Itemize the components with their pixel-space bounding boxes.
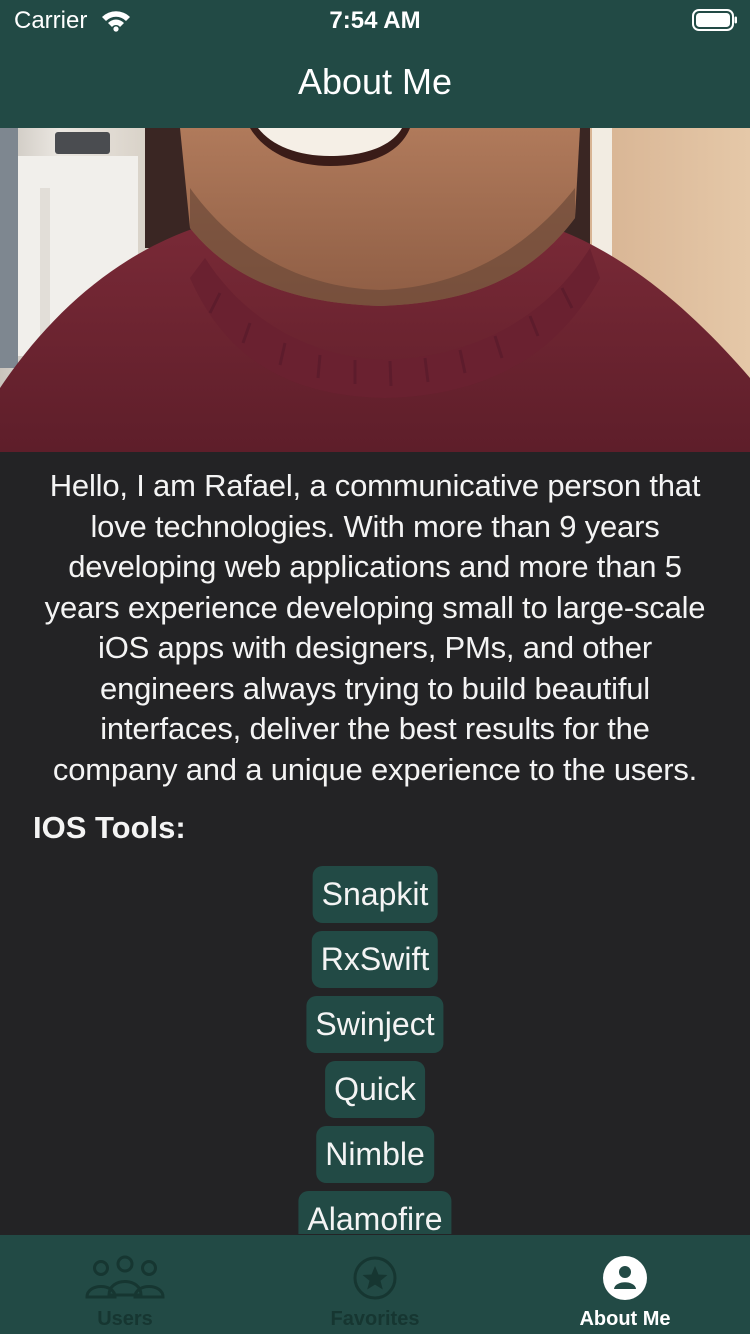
battery-icon <box>692 9 737 31</box>
about-me-screen: Carrier 7:54 AM About Me Hello, I am Raf… <box>0 0 750 1334</box>
bio-line: company and a unique experience to the u… <box>52 751 698 787</box>
bio-line: years experience developing small to lar… <box>44 589 706 625</box>
tab-favorites-label: Favorites <box>330 1308 420 1330</box>
tools-list[interactable]: Snapkit RxSwift Swinject Quick Nimble Al… <box>0 866 750 1234</box>
tool-chip-swinject: Swinject <box>306 996 444 1053</box>
bio-text: Hello, I am Rafael, a communicative pers… <box>0 466 750 790</box>
person-icon <box>500 1253 750 1303</box>
users-icon <box>0 1253 250 1303</box>
status-bar: Carrier 7:54 AM <box>0 0 750 40</box>
tab-users[interactable]: Users <box>0 1235 250 1334</box>
navigation-bar: About Me <box>0 40 750 128</box>
bio-line: Hello, I am Rafael, a communicative pers… <box>49 468 701 503</box>
tab-users-label: Users <box>97 1308 153 1330</box>
bio-line: iOS apps with designers, PMs, and other <box>98 630 652 665</box>
tool-chip-alamofire: Alamofire <box>298 1191 452 1234</box>
tab-about-me[interactable]: About Me <box>500 1235 750 1334</box>
bio-line: interfaces, deliver the best results for… <box>100 711 650 746</box>
bio-line: developing web applications and more tha… <box>68 549 682 584</box>
tools-heading: IOS Tools: <box>33 810 186 845</box>
page-title: About Me <box>297 61 453 102</box>
tool-chip-rxswift: RxSwift <box>311 931 439 988</box>
tool-chip-snapkit: Snapkit <box>312 866 438 923</box>
tab-favorites[interactable]: Favorites <box>250 1235 500 1334</box>
tab-bar: Users Favorites About Me <box>0 1235 750 1334</box>
star-icon <box>250 1253 500 1303</box>
tool-chip-nimble: Nimble <box>316 1126 434 1183</box>
bio-line: engineers always trying to build beautif… <box>100 670 650 706</box>
tab-about-me-label: About Me <box>579 1308 671 1330</box>
tool-chip-quick: Quick <box>325 1061 425 1118</box>
profile-photo <box>0 128 750 452</box>
status-time: 7:54 AM <box>329 7 421 34</box>
bio-line: love technologies. With more than 9 year… <box>90 508 660 544</box>
